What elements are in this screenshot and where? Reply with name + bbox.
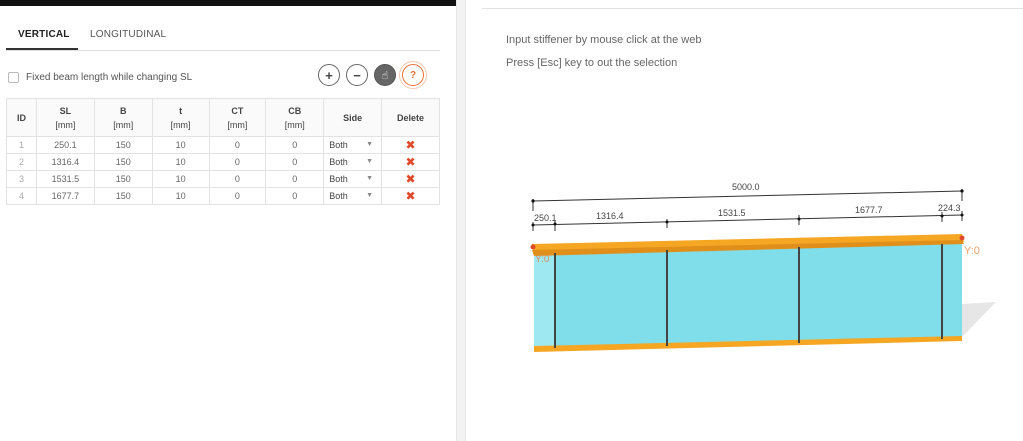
cell-sl[interactable]: 1677.7 <box>35 187 95 205</box>
table-row[interactable]: 2 1316.4 150 10 0 0 Both ▼ ✖ <box>6 153 440 171</box>
seg-dot-0 <box>531 223 535 227</box>
pick-mode-button[interactable]: ☝ <box>374 64 396 86</box>
col-side: Side <box>323 98 383 137</box>
panel-top-line <box>482 8 1023 9</box>
cell-id: 2 <box>6 153 37 171</box>
cell-delete: ✖ <box>381 153 440 171</box>
side-select[interactable]: Both ▼ <box>323 187 383 205</box>
segment-label-5: 224.3 <box>938 203 961 213</box>
side-select[interactable]: Both ▼ <box>323 170 383 188</box>
instruction-escape: Press [Esc] key to out the selection <box>506 57 678 69</box>
panel-splitter[interactable] <box>456 0 466 441</box>
right-axis-marker <box>959 235 965 241</box>
beam-shadow <box>961 302 996 338</box>
cell-cb[interactable]: 0 <box>265 153 325 171</box>
cell-id: 4 <box>6 187 37 205</box>
segment-label-4: 1677.7 <box>855 205 883 215</box>
col-cb: CB [mm] <box>265 98 325 137</box>
delete-icon[interactable]: ✖ <box>406 172 416 186</box>
seg-dot-4 <box>940 214 944 218</box>
cell-ct[interactable]: 0 <box>208 170 267 188</box>
cell-sl[interactable]: 1531.5 <box>35 170 95 188</box>
delete-icon[interactable]: ✖ <box>406 155 416 169</box>
cell-b[interactable]: 150 <box>93 187 153 205</box>
beam-3d-viewport[interactable]: Y:0 Y:0 5000.0 250.1 1316.4 1531.5 1677.… <box>466 170 1023 370</box>
side-select[interactable]: Both ▼ <box>323 153 383 171</box>
cell-delete: ✖ <box>381 187 440 205</box>
chevron-down-icon: ▼ <box>366 141 374 148</box>
beam-web[interactable] <box>534 242 962 349</box>
cell-delete: ✖ <box>381 136 440 154</box>
table-row[interactable]: 3 1531.5 150 10 0 0 Both ▼ ✖ <box>6 170 440 188</box>
col-sl: SL [mm] <box>35 98 95 137</box>
col-b: B [mm] <box>93 98 153 137</box>
stiffener-table: ID SL [mm] B [mm] t [mm] CT [mm] CB [mm] Side… <box>6 98 440 205</box>
active-tab-indicator <box>6 48 78 50</box>
cell-cb[interactable]: 0 <box>265 136 325 154</box>
cell-t[interactable]: 10 <box>151 153 210 171</box>
col-id: ID <box>6 98 37 137</box>
plus-icon: + <box>325 67 333 83</box>
table-row[interactable]: 1 250.1 150 10 0 0 Both ▼ ✖ <box>6 136 440 154</box>
table-header-row: ID SL [mm] B [mm] t [mm] CT [mm] CB [mm] Side… <box>6 98 440 137</box>
cell-delete: ✖ <box>381 170 440 188</box>
seg-dot-3 <box>797 217 801 221</box>
instruction-click: Input stiffener by mouse click at the we… <box>506 34 702 46</box>
chevron-down-icon: ▼ <box>366 192 374 199</box>
cell-ct[interactable]: 0 <box>208 187 267 205</box>
help-button[interactable]: ? <box>402 64 424 86</box>
delete-icon[interactable]: ✖ <box>406 138 416 152</box>
side-select[interactable]: Both ▼ <box>323 136 383 154</box>
web-end-face <box>534 254 556 349</box>
add-stiffener-button[interactable]: + <box>318 64 340 86</box>
question-icon: ? <box>409 69 417 81</box>
remove-stiffener-button[interactable]: − <box>346 64 368 86</box>
seg-dot-2 <box>665 220 669 224</box>
chevron-down-icon: ▼ <box>366 175 374 182</box>
cell-b[interactable]: 150 <box>93 136 153 154</box>
cell-t[interactable]: 10 <box>151 187 210 205</box>
segment-label-3: 1531.5 <box>718 208 746 218</box>
cell-cb[interactable]: 0 <box>265 170 325 188</box>
seg-dot-5 <box>960 213 964 217</box>
left-axis-label: Y:0 <box>535 254 550 265</box>
cell-sl[interactable]: 250.1 <box>35 136 95 154</box>
total-dim-dot-right <box>960 189 964 193</box>
cell-id: 3 <box>6 170 37 188</box>
total-dim-dot-left <box>531 199 535 203</box>
segment-label-2: 1316.4 <box>596 211 624 221</box>
fixed-beam-checkbox[interactable] <box>8 71 19 83</box>
segment-label-1: 250.1 <box>534 213 557 223</box>
stiffener-panel: VERTICAL LONGITUDINAL Fixed beam length … <box>0 0 456 441</box>
cell-ct[interactable]: 0 <box>208 136 267 154</box>
fixed-beam-option: Fixed beam length while changing SL <box>8 70 192 84</box>
delete-icon[interactable]: ✖ <box>406 189 416 203</box>
cell-t[interactable]: 10 <box>151 170 210 188</box>
panel-top-bar <box>0 0 456 6</box>
cell-cb[interactable]: 0 <box>265 187 325 205</box>
left-axis-marker <box>530 244 536 250</box>
cell-ct[interactable]: 0 <box>208 153 267 171</box>
fixed-beam-label: Fixed beam length while changing SL <box>26 71 193 83</box>
cell-b[interactable]: 150 <box>93 153 153 171</box>
cell-b[interactable]: 150 <box>93 170 153 188</box>
minus-icon: − <box>353 67 361 83</box>
right-axis-label: Y:0 <box>964 245 980 257</box>
col-t: t [mm] <box>151 98 210 137</box>
col-delete: Delete <box>381 98 440 137</box>
beam-view-panel: Input stiffener by mouse click at the we… <box>466 0 1023 441</box>
cell-t[interactable]: 10 <box>151 136 210 154</box>
col-ct: CT [mm] <box>208 98 267 137</box>
total-length-label: 5000.0 <box>732 182 760 192</box>
pointer-hand-icon: ☝ <box>381 69 389 82</box>
app-root: VERTICAL LONGITUDINAL Fixed beam length … <box>0 0 1023 441</box>
table-row[interactable]: 4 1677.7 150 10 0 0 Both ▼ ✖ <box>6 187 440 205</box>
tab-vertical[interactable]: VERTICAL <box>18 29 70 40</box>
total-dimension-line <box>532 190 963 202</box>
tab-longitudinal[interactable]: LONGITUDINAL <box>90 29 166 40</box>
chevron-down-icon: ▼ <box>366 158 374 165</box>
cell-sl[interactable]: 1316.4 <box>35 153 95 171</box>
tab-bar: VERTICAL LONGITUDINAL <box>6 24 440 51</box>
cell-id: 1 <box>6 136 37 154</box>
